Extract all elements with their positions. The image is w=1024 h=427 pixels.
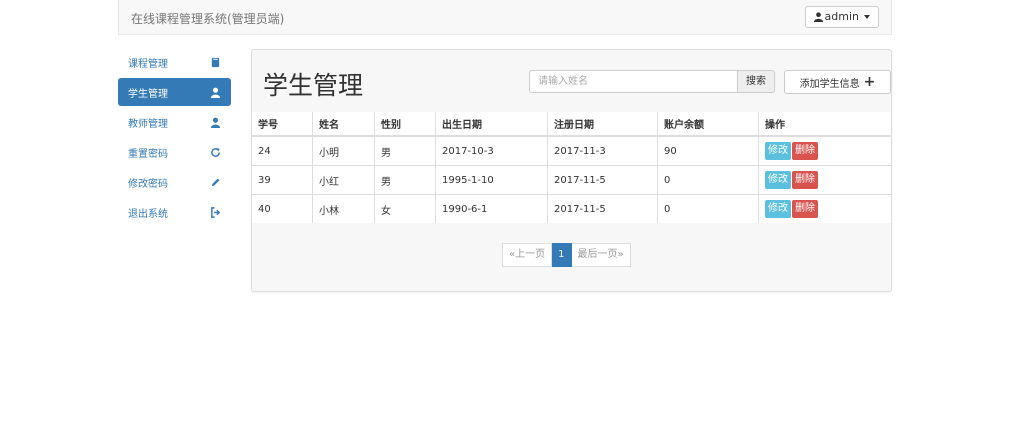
column-header: 操作 [758,112,891,137]
edit-button[interactable]: 修改 [765,200,791,218]
sidebar-item-courses[interactable]: 课程管理 [118,48,231,76]
prev-page-button[interactable]: «上一页 [502,243,553,267]
sidebar-item-label: 教师管理 [128,118,168,130]
delete-button[interactable]: 删除 [792,171,818,189]
cell-actions: 修改 删除 [758,135,891,166]
delete-button[interactable]: 删除 [792,142,818,160]
user-icon [210,87,221,98]
cell-id: 39 [252,165,313,195]
search-input[interactable] [529,70,737,93]
column-header: 性别 [374,112,436,137]
cell-id: 40 [252,194,313,223]
table-header-row: 学号 姓名 性别 出生日期 注册日期 账户余额 操作 [252,112,891,137]
column-header: 注册日期 [547,112,658,137]
pagination: «上一页 1 最后一页» [502,243,631,267]
cell-id: 24 [252,135,313,166]
cell-balance: 90 [657,135,759,166]
column-header: 学号 [252,112,313,137]
column-header: 出生日期 [435,112,548,137]
sidebar-item-teachers[interactable]: 教师管理 [118,108,231,136]
cell-name: 小林 [312,194,375,223]
edit-button[interactable]: 修改 [765,142,791,160]
cell-gender: 男 [374,135,436,166]
edit-button[interactable]: 修改 [765,171,791,189]
cell-balance: 0 [657,165,759,195]
brand-title: 在线课程管理系统(管理员端) [131,12,285,26]
sidebar-item-label: 课程管理 [128,58,168,70]
main-panel: 学生管理 搜索 添加学生信息 + 学号 姓名 性别 出生日期 注册日期 账户余额… [251,49,892,292]
cell-reg: 2017-11-5 [547,165,658,195]
sidebar-item-label: 学生管理 [128,88,168,100]
students-table: 学号 姓名 性别 出生日期 注册日期 账户余额 操作 24 小明 男 2017-… [252,112,891,223]
top-navbar: 在线课程管理系统(管理员端) admin [118,0,892,35]
cell-actions: 修改 删除 [758,165,891,195]
book-icon [211,57,220,67]
search-group: 搜索 [529,70,775,93]
cell-balance: 0 [657,194,759,223]
sidebar-item-change-password[interactable]: 修改密码 [118,168,231,196]
add-student-label: 添加学生信息 [799,78,860,90]
refresh-icon [211,147,220,157]
username: admin [824,10,859,23]
cell-gender: 男 [374,165,436,195]
plus-icon: + [863,74,876,90]
delete-button[interactable]: 删除 [792,200,818,218]
cell-actions: 修改 删除 [758,194,891,223]
cell-birth: 1995-1-10 [435,165,548,195]
table-row: 39 小红 男 1995-1-10 2017-11-5 0 修改 删除 [252,165,891,195]
cell-birth: 1990-6-1 [435,194,548,223]
column-header: 姓名 [312,112,375,137]
search-button[interactable]: 搜索 [737,70,775,93]
sidebar-item-reset-password[interactable]: 重置密码 [118,138,231,166]
sidebar-item-logout[interactable]: 退出系统 [118,198,231,226]
page-title: 学生管理 [263,71,364,100]
logout-icon [211,206,221,218]
sidebar-item-label: 修改密码 [128,178,168,190]
cell-name: 小红 [312,165,375,195]
sidebar-item-label: 退出系统 [128,208,168,220]
user-icon [813,12,823,22]
cell-gender: 女 [374,194,436,223]
sidebar-item-students[interactable]: 学生管理 [118,78,231,106]
column-header: 账户余额 [657,112,759,137]
user-menu-button[interactable]: admin [804,6,879,28]
page-1-button[interactable]: 1 [552,243,572,267]
cell-birth: 2017-10-3 [435,135,548,166]
table-row: 24 小明 男 2017-10-3 2017-11-3 90 修改 删除 [252,135,891,166]
cell-reg: 2017-11-3 [547,135,658,166]
add-student-button[interactable]: 添加学生信息 + [784,70,891,94]
pencil-icon [211,178,220,186]
sidebar-item-label: 重置密码 [128,148,168,160]
chevron-down-icon [864,15,870,19]
cell-reg: 2017-11-5 [547,194,658,223]
sidebar: 课程管理 学生管理 教师管理 重置密码 修改密码 退出系统 [118,48,231,228]
last-page-button[interactable]: 最后一页» [571,243,631,267]
table-row: 40 小林 女 1990-6-1 2017-11-5 0 修改 删除 [252,194,891,223]
cell-name: 小明 [312,135,375,166]
user-icon [210,117,221,128]
